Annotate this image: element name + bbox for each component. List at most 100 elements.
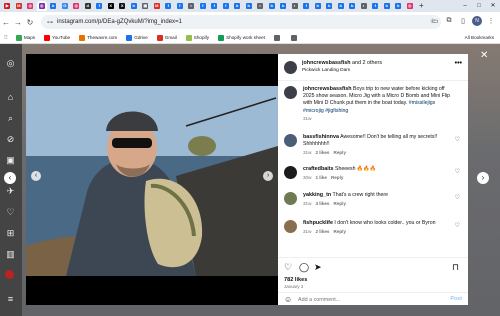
comment-icon[interactable]: ◯ (299, 262, 309, 273)
messages-icon[interactable]: ✈ (5, 186, 16, 197)
close-modal-icon[interactable]: ✕ (480, 50, 488, 61)
comment-reply[interactable]: Reply (334, 201, 347, 206)
post-comment-button[interactable]: Post (450, 296, 462, 302)
close-window-icon[interactable]: ✕ (486, 0, 500, 12)
maximize-icon[interactable]: □ (472, 0, 486, 12)
profile-avatar[interactable]: N (472, 16, 482, 26)
forward-icon[interactable]: → (12, 18, 24, 27)
commenter-username[interactable]: bassfishinnva (303, 134, 339, 140)
comment-like-icon[interactable]: ♡ (455, 136, 460, 143)
more-menu-icon[interactable]: ≡ (5, 294, 16, 305)
dashboard-icon[interactable]: ▥ (5, 249, 16, 260)
profile-icon[interactable] (5, 270, 14, 279)
reels-icon[interactable]: ▣ (5, 155, 16, 166)
browser-tab[interactable]: X (117, 1, 128, 11)
cast-icon[interactable]: ▭ (430, 17, 440, 25)
bookmark-item[interactable]: Maps (15, 34, 35, 41)
author-avatar[interactable] (284, 61, 297, 74)
browser-tab[interactable]: f (301, 1, 312, 11)
author-avatar[interactable] (284, 86, 297, 99)
browser-tab[interactable]: ▶ (2, 1, 13, 11)
browser-tab[interactable]: f (198, 1, 209, 11)
browser-tab[interactable]: ◎ (405, 1, 416, 11)
browser-tab[interactable]: X (106, 1, 117, 11)
comment-reply[interactable]: Reply (334, 229, 347, 234)
browser-tab[interactable]: b (278, 1, 289, 11)
home-icon[interactable]: ⌂ (5, 92, 16, 103)
caption-username[interactable]: johncrewsbassfish (303, 86, 352, 92)
extensions-icon[interactable]: ⧉ (444, 17, 454, 25)
menu-icon[interactable]: ⋮ (486, 17, 496, 25)
commenter-avatar[interactable] (284, 192, 297, 205)
browser-tab[interactable]: ◐ (186, 1, 197, 11)
bookmark-item[interactable]: Gmail (156, 34, 177, 41)
bookmark-item[interactable]: Gdrive (126, 34, 148, 41)
browser-tab[interactable]: b (48, 1, 59, 11)
browser-tab[interactable]: b (267, 1, 278, 11)
comment-input[interactable] (298, 295, 438, 305)
browser-tab[interactable]: ◐ (359, 1, 370, 11)
media-next-icon[interactable]: › (263, 171, 273, 181)
comment-reply[interactable]: Reply (334, 150, 347, 155)
comment-likes[interactable]: 2 likes (315, 229, 329, 234)
instagram-logo-icon[interactable]: ◎ (5, 58, 16, 69)
comment-reply[interactable]: Reply (331, 175, 344, 180)
commenter-avatar[interactable] (284, 166, 297, 179)
browser-tab[interactable]: b (347, 1, 358, 11)
emoji-icon[interactable]: ☺ (284, 295, 292, 304)
browser-tab[interactable]: b (129, 1, 140, 11)
browser-tab[interactable]: ▣ (140, 1, 151, 11)
bookmark-item[interactable]: Shopify (185, 34, 209, 41)
commenter-username[interactable]: craftedbaits (303, 166, 334, 172)
search-icon[interactable]: ⌕ (5, 113, 16, 124)
comment-like-icon[interactable]: ♡ (455, 194, 460, 201)
browser-tab[interactable]: f (221, 1, 232, 11)
bookmark-item[interactable]: Shopify work sheet (218, 34, 265, 41)
browser-tab[interactable]: b (393, 1, 404, 11)
bookmark-item[interactable] (273, 34, 282, 41)
browser-tab[interactable]: b (336, 1, 347, 11)
bookmark-item[interactable] (290, 34, 299, 41)
address-bar[interactable]: ⊶ instagram.com/p/DEa-gZQvkuM/?img_index… (41, 15, 441, 29)
share-icon[interactable]: ➤ (314, 262, 322, 273)
browser-tab[interactable]: ◎ (71, 1, 82, 11)
side-panel-icon[interactable]: ▯ (458, 17, 468, 25)
comment-likes[interactable]: 1 like (315, 175, 327, 180)
back-icon[interactable]: ← (0, 18, 12, 27)
commenter-username[interactable]: yakking_tn (303, 192, 331, 198)
browser-tab[interactable]: ◐ (290, 1, 301, 11)
comment-likes[interactable]: 3 likes (315, 201, 329, 206)
like-icon[interactable]: ♡ (284, 262, 292, 273)
media-prev-icon[interactable]: ‹ (31, 171, 41, 181)
bookmark-item[interactable]: Thewavre.com (79, 34, 117, 41)
browser-tab[interactable]: b (232, 1, 243, 11)
notifications-icon[interactable]: ♡ (5, 207, 16, 218)
minimize-icon[interactable]: – (458, 0, 472, 12)
create-icon[interactable]: ⊞ (5, 228, 16, 239)
like-count[interactable]: 782 likes (284, 277, 307, 283)
browser-tab[interactable]: f (175, 1, 186, 11)
comment-like-icon[interactable]: ♡ (455, 168, 460, 175)
browser-tab[interactable]: ◐ (255, 1, 266, 11)
browser-tab[interactable]: G (60, 1, 71, 11)
reload-icon[interactable]: ↻ (24, 18, 36, 27)
browser-tab[interactable]: M (14, 1, 25, 11)
author-username[interactable]: johncrewsbassfish (302, 60, 351, 66)
commenter-username[interactable]: fishpucklife (303, 220, 333, 226)
save-icon[interactable]: ⊓ (452, 262, 459, 273)
browser-tab[interactable]: b (313, 1, 324, 11)
author-and-others[interactable]: and 2 others (352, 60, 382, 66)
bookmark-item[interactable]: YouTube (44, 34, 70, 41)
browser-tab[interactable]: b (382, 1, 393, 11)
browser-tab[interactable]: f (370, 1, 381, 11)
next-post-button[interactable]: › (477, 172, 489, 184)
explore-icon[interactable]: ⊘ (5, 134, 16, 145)
browser-tab[interactable]: b (324, 1, 335, 11)
browser-tab[interactable]: f (163, 1, 174, 11)
comment-like-icon[interactable]: ♡ (455, 222, 460, 229)
browser-tab[interactable]: M (152, 1, 163, 11)
site-info-icon[interactable]: ⊶ (47, 19, 53, 26)
prev-post-button[interactable]: ‹ (4, 172, 16, 184)
new-tab-button[interactable]: + (419, 1, 424, 11)
browser-tab[interactable]: f (209, 1, 220, 11)
